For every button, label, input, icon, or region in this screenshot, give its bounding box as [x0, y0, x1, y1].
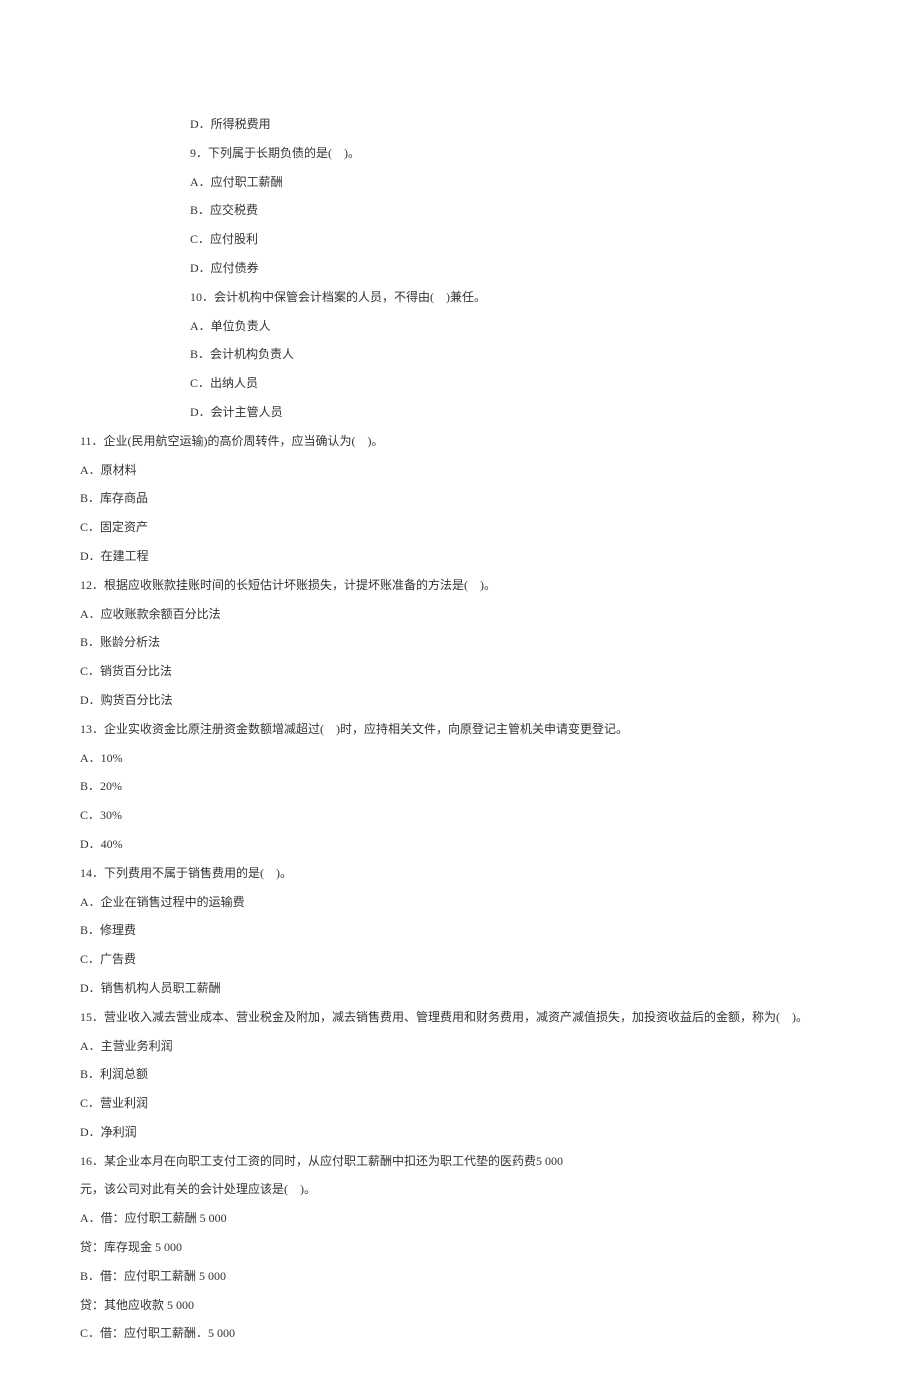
exam-line: B．库存商品: [0, 484, 920, 513]
exam-line: D．购货百分比法: [0, 686, 920, 715]
exam-line: B．20%: [0, 772, 920, 801]
exam-line: B．会计机构负责人: [0, 340, 920, 369]
exam-line: C．固定资产: [0, 513, 920, 542]
exam-line: D．净利润: [0, 1118, 920, 1147]
exam-line: C．借：应付职工薪酬．5 000: [0, 1319, 920, 1348]
exam-line: 贷：库存现金 5 000: [0, 1233, 920, 1262]
exam-line: D．销售机构人员职工薪酬: [0, 974, 920, 1003]
exam-line: 15．营业收入减去营业成本、营业税金及附加，减去销售费用、管理费用和财务费用，减…: [0, 1003, 920, 1032]
exam-line: A．企业在销售过程中的运输费: [0, 888, 920, 917]
exam-line: A．原材料: [0, 456, 920, 485]
exam-line: 元，该公司对此有关的会计处理应该是( )。: [0, 1175, 920, 1204]
exam-line: D．所得税费用: [0, 110, 920, 139]
exam-line: C．销货百分比法: [0, 657, 920, 686]
exam-line: A．应收账款余额百分比法: [0, 600, 920, 629]
exam-line: C．30%: [0, 801, 920, 830]
exam-line: 10．会计机构中保管会计档案的人员，不得由( )兼任。: [0, 283, 920, 312]
exam-line: C．营业利润: [0, 1089, 920, 1118]
exam-line: 16．某企业本月在向职工支付工资的同时，从应付职工薪酬中扣还为职工代垫的医药费5…: [0, 1147, 920, 1176]
exam-line: 11．企业(民用航空运输)的高价周转件，应当确认为( )。: [0, 427, 920, 456]
exam-line: 14．下列费用不属于销售费用的是( )。: [0, 859, 920, 888]
exam-line: B．修理费: [0, 916, 920, 945]
exam-line: B．利润总额: [0, 1060, 920, 1089]
exam-line: D．应付债券: [0, 254, 920, 283]
exam-line: A．主营业务利润: [0, 1032, 920, 1061]
exam-line: B．借：应付职工薪酬 5 000: [0, 1262, 920, 1291]
exam-line: A．单位负责人: [0, 312, 920, 341]
exam-line: B．应交税费: [0, 196, 920, 225]
exam-line: 贷：其他应收款 5 000: [0, 1291, 920, 1320]
exam-line: D．会计主管人员: [0, 398, 920, 427]
exam-line: A．借：应付职工薪酬 5 000: [0, 1204, 920, 1233]
exam-line: 9．下列属于长期负债的是( )。: [0, 139, 920, 168]
document-body: D．所得税费用9．下列属于长期负债的是( )。A．应付职工薪酬B．应交税费C．应…: [0, 110, 920, 1348]
exam-line: C．应付股利: [0, 225, 920, 254]
exam-line: C．出纳人员: [0, 369, 920, 398]
exam-line: A．10%: [0, 744, 920, 773]
exam-line: C．广告费: [0, 945, 920, 974]
exam-line: D．40%: [0, 830, 920, 859]
exam-line: 12．根据应收账款挂账时间的长短估计坏账损失，计提坏账准备的方法是( )。: [0, 571, 920, 600]
exam-line: 13．企业实收资金比原注册资金数额增减超过( )时，应持相关文件，向原登记主管机…: [0, 715, 920, 744]
exam-line: B．账龄分析法: [0, 628, 920, 657]
exam-line: D．在建工程: [0, 542, 920, 571]
exam-line: A．应付职工薪酬: [0, 168, 920, 197]
